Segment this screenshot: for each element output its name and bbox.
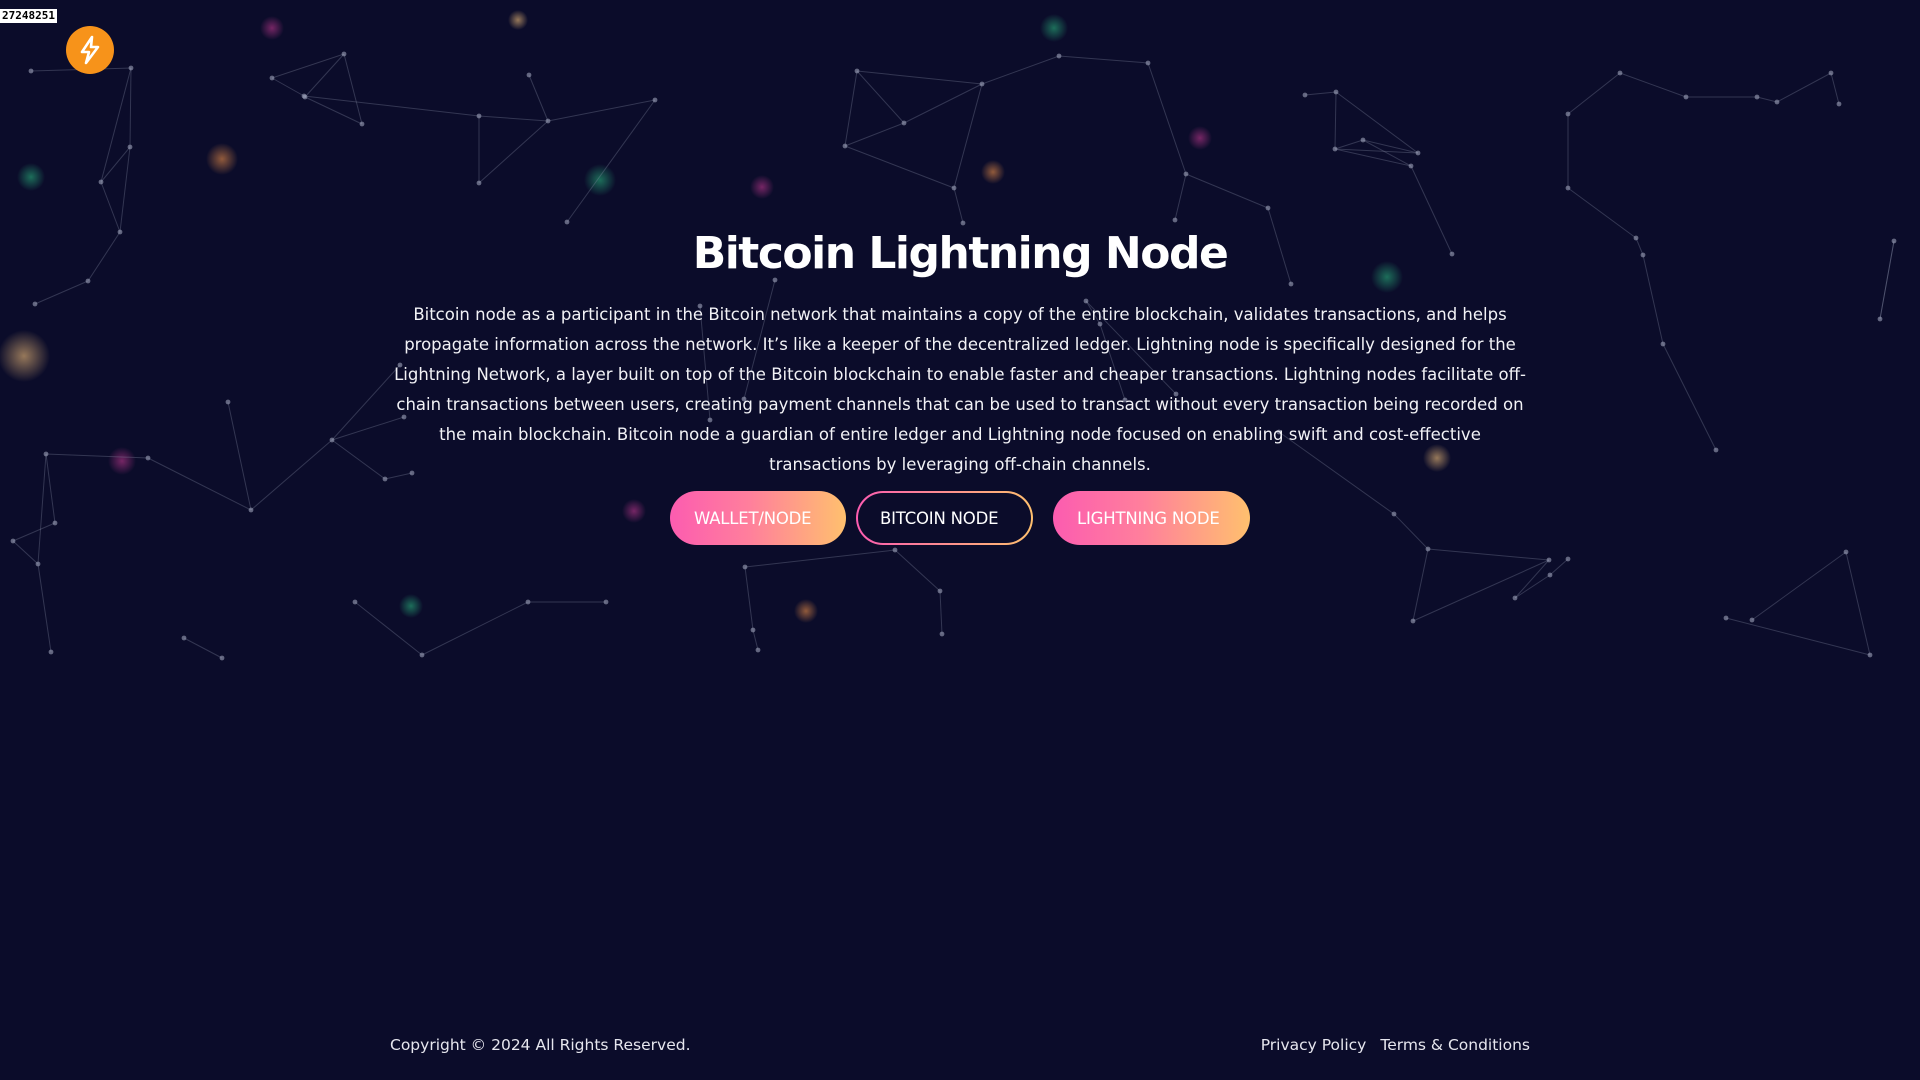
hero-section: Bitcoin Lightning Node Bitcoin node as a…	[390, 222, 1530, 480]
terms-conditions-link[interactable]: Terms & Conditions	[1380, 1033, 1530, 1057]
privacy-policy-link[interactable]: Privacy Policy	[1261, 1033, 1367, 1057]
wallet-node-button[interactable]: WALLET/NODE	[670, 491, 846, 545]
lightning-logo[interactable]	[66, 26, 114, 74]
hero-description: Bitcoin node as a participant in the Bit…	[394, 305, 1526, 474]
footer-links: Privacy Policy Terms & Conditions	[1261, 1033, 1530, 1057]
lightning-node-button[interactable]: LIGHTNING NODE	[1053, 491, 1250, 545]
counter-label: 27248251	[0, 9, 57, 23]
action-buttons: WALLET/NODE BITCOIN NODE LIGHTNING NODE	[670, 491, 1250, 545]
page-title: Bitcoin Lightning Node	[692, 228, 1229, 279]
copyright-text: Copyright © 2024 All Rights Reserved.	[390, 1036, 691, 1054]
bitcoin-node-button[interactable]: BITCOIN NODE	[856, 491, 1033, 545]
lightning-bolt-icon	[77, 35, 103, 65]
